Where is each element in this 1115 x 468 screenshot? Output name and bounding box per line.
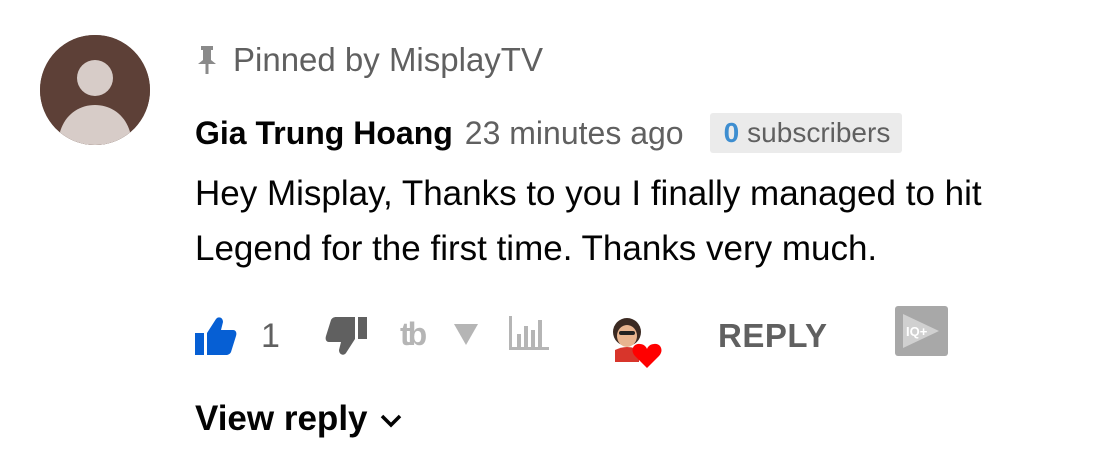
view-reply-label: View reply xyxy=(195,399,368,438)
author-name[interactable]: Gia Trung Hoang xyxy=(195,115,453,152)
pin-icon xyxy=(198,46,216,74)
subscriber-label: subscribers xyxy=(747,117,891,148)
comment-text: Hey Misplay, Thanks to you I finally man… xyxy=(195,174,982,268)
extension-logo[interactable]: tb xyxy=(400,314,427,354)
chevron-down-icon xyxy=(380,414,401,428)
iq-plus-icon[interactable]: IQ+ xyxy=(895,306,948,356)
author-avatar[interactable] xyxy=(40,35,150,145)
thumbs-up-icon[interactable] xyxy=(195,316,237,356)
thumbs-down-icon[interactable] xyxy=(325,316,367,356)
pinned-notice: Pinned by MisplayTV xyxy=(195,40,543,80)
comment-header: Gia Trung Hoang 23 minutes ago 0 subscri… xyxy=(195,110,903,156)
creator-heart-icon xyxy=(613,318,662,368)
subscriber-count: 0 xyxy=(723,117,740,148)
subscriber-badge: 0 subscribers xyxy=(709,113,903,153)
iq-badge-text: IQ+ xyxy=(906,324,928,339)
default-avatar-icon xyxy=(40,35,150,145)
pinned-label: Pinned by MisplayTV xyxy=(233,41,543,78)
bar-chart-icon[interactable] xyxy=(507,314,551,352)
like-count: 1 xyxy=(261,317,280,355)
triangle-down-icon[interactable] xyxy=(453,321,479,347)
view-reply-button[interactable]: View reply xyxy=(195,394,402,444)
comment-action-bar: 1 tb REPLY IQ+ xyxy=(195,306,1095,368)
reply-button[interactable]: REPLY xyxy=(718,316,828,356)
comment-timestamp[interactable]: 23 minutes ago xyxy=(465,115,684,152)
